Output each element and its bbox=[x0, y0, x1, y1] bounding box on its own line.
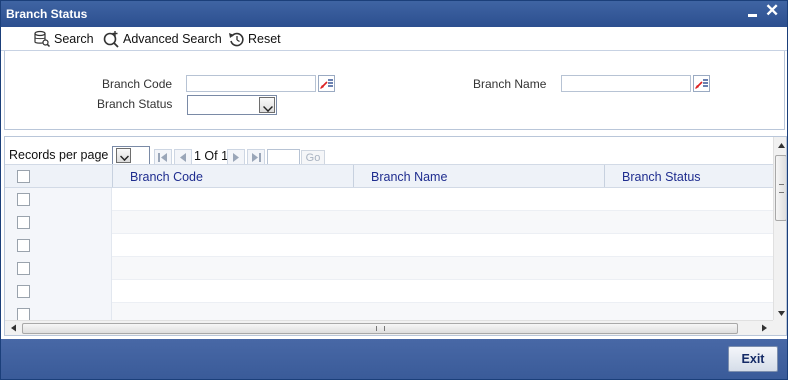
records-per-page-select[interactable]: 15 bbox=[112, 146, 150, 165]
list-of-values-icon bbox=[320, 79, 333, 89]
branch-status-select[interactable] bbox=[187, 95, 277, 115]
branch-code-label: Branch Code bbox=[102, 77, 173, 91]
reset-icon bbox=[229, 32, 244, 46]
advanced-search-icon bbox=[103, 31, 119, 48]
last-page-icon bbox=[252, 153, 261, 162]
vertical-scrollbar[interactable] bbox=[773, 137, 787, 320]
row-checkbox[interactable] bbox=[17, 262, 30, 275]
advanced-search-label: Advanced Search bbox=[123, 32, 222, 46]
scroll-right-icon[interactable] bbox=[758, 322, 771, 334]
advanced-search-button[interactable]: Advanced Search bbox=[102, 30, 222, 48]
pagination-bar: Records per page 15 1 Of 1 Go bbox=[5, 141, 775, 166]
horizontal-scroll-thumb[interactable] bbox=[22, 323, 738, 334]
column-header-branch-status[interactable]: Branch Status bbox=[604, 165, 773, 187]
footer-bar: Exit bbox=[1, 339, 787, 379]
reset-label: Reset bbox=[248, 32, 281, 46]
chevron-down-icon bbox=[116, 148, 131, 163]
branch-status-label: Branch Status bbox=[97, 97, 173, 111]
column-header-branch-code[interactable]: Branch Code bbox=[112, 165, 353, 187]
horizontal-scrollbar[interactable] bbox=[5, 320, 773, 335]
branch-name-input[interactable] bbox=[561, 75, 691, 92]
vertical-scroll-thumb[interactable] bbox=[775, 155, 786, 221]
table-row bbox=[5, 211, 773, 234]
database-search-icon bbox=[34, 30, 51, 48]
branch-code-lov-button[interactable] bbox=[318, 75, 335, 92]
select-all-cell bbox=[5, 165, 112, 187]
scroll-up-icon[interactable] bbox=[775, 139, 787, 153]
minimize-icon[interactable] bbox=[747, 6, 759, 18]
results-grid: Records per page 15 1 Of 1 Go bbox=[4, 136, 787, 336]
table-row bbox=[5, 280, 773, 303]
branch-name-label: Branch Name bbox=[473, 77, 547, 91]
branch-status-window: Branch Status ✕ Search Advanced Search R… bbox=[0, 0, 788, 380]
window-title: Branch Status bbox=[6, 7, 88, 21]
table-header: Branch Code Branch Name Branch Status bbox=[5, 164, 773, 188]
scrollbar-corner bbox=[773, 320, 786, 335]
select-all-checkbox[interactable] bbox=[17, 170, 30, 183]
row-checkbox[interactable] bbox=[17, 285, 30, 298]
title-bar: Branch Status ✕ bbox=[1, 1, 787, 27]
page-info: 1 Of 1 bbox=[194, 149, 229, 163]
branch-name-lov-button[interactable] bbox=[693, 75, 710, 92]
list-of-values-icon bbox=[695, 79, 708, 89]
scroll-left-icon[interactable] bbox=[7, 322, 20, 334]
column-header-branch-name[interactable]: Branch Name bbox=[353, 165, 604, 187]
first-page-icon bbox=[158, 153, 167, 162]
records-per-page-label: Records per page bbox=[9, 148, 109, 162]
previous-page-icon bbox=[180, 153, 186, 162]
chevron-down-icon bbox=[259, 97, 275, 113]
search-button[interactable]: Search bbox=[33, 30, 94, 48]
row-checkbox[interactable] bbox=[17, 239, 30, 252]
table-row bbox=[5, 257, 773, 280]
scroll-down-icon[interactable] bbox=[775, 306, 787, 320]
table-row bbox=[5, 234, 773, 257]
branch-code-input[interactable] bbox=[186, 75, 316, 92]
next-page-icon bbox=[233, 153, 239, 162]
toolbar: Search Advanced Search Reset bbox=[1, 27, 787, 51]
search-label: Search bbox=[54, 32, 94, 46]
close-icon[interactable]: ✕ bbox=[765, 2, 779, 20]
search-criteria-panel: Branch Code Branch Name Branch Status bbox=[4, 51, 785, 130]
row-checkbox[interactable] bbox=[17, 216, 30, 229]
reset-button[interactable]: Reset bbox=[228, 30, 281, 48]
row-checkbox[interactable] bbox=[17, 193, 30, 206]
exit-button[interactable]: Exit bbox=[728, 346, 778, 372]
table-row bbox=[5, 188, 773, 211]
